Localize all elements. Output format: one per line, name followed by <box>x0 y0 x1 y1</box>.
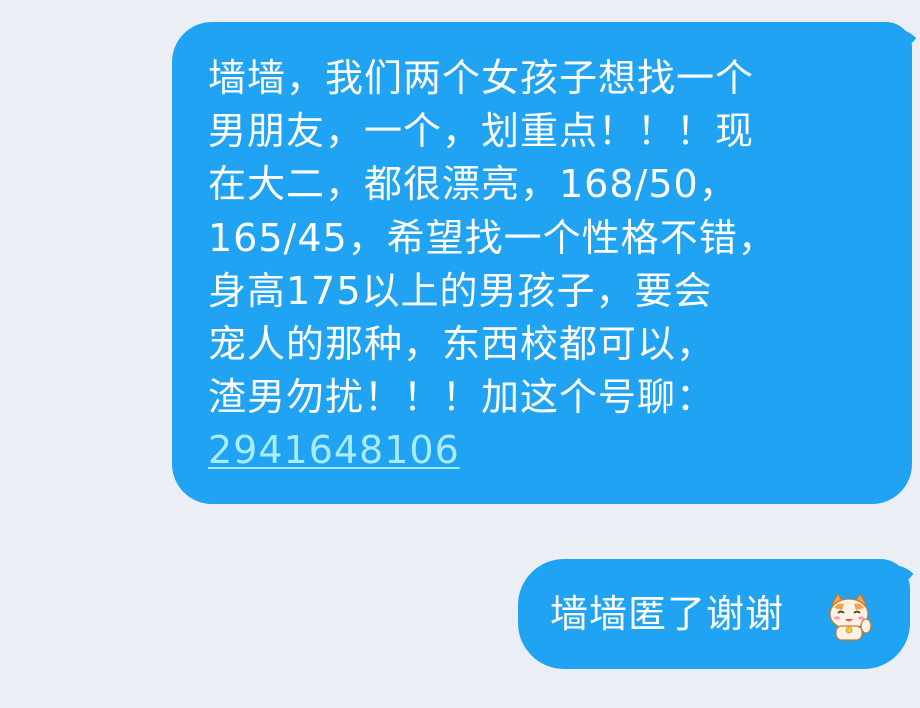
message-line: 身高175以上的男孩子，要会 <box>208 268 713 313</box>
message-line: 宠人的那种，东西校都可以， <box>208 322 716 367</box>
reply-message-text: 墙墙匿了谢谢 <box>550 592 785 636</box>
message-line: 165/45，希望找一个性格不错， <box>208 215 777 260</box>
message-line: 渣男勿扰！！！加这个号聊： <box>208 375 716 420</box>
reply-message-bubble[interactable]: 墙墙匿了谢谢 <box>518 559 910 669</box>
chat-view: 墙墙，我们两个女孩子想找一个 男朋友，一个，划重点！！！现 在大二，都很漂亮，1… <box>0 0 920 708</box>
message-bubble[interactable]: 墙墙，我们两个女孩子想找一个 男朋友，一个，划重点！！！现 在大二，都很漂亮，1… <box>172 22 912 504</box>
message-line: 男朋友，一个，划重点！！！现 <box>208 109 755 154</box>
phone-number-link[interactable]: 2941648106 <box>208 424 888 477</box>
message-text: 墙墙，我们两个女孩子想找一个 男朋友，一个，划重点！！！现 在大二，都很漂亮，1… <box>208 52 888 478</box>
cat-salute-emoji-icon <box>829 593 872 641</box>
message-line: 墙墙，我们两个女孩子想找一个 <box>208 56 755 100</box>
message-line: 在大二，都很漂亮，168/50， <box>208 162 738 207</box>
